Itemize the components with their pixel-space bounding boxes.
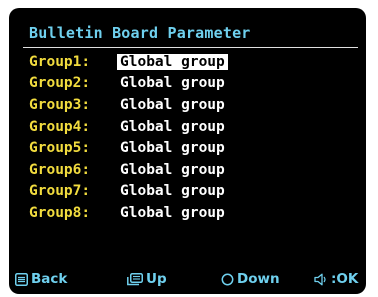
group-label: Group1:	[29, 53, 91, 70]
ok-label: :OK	[331, 271, 359, 287]
group-label: Group5:	[29, 140, 91, 157]
group-label: Group7:	[29, 183, 91, 200]
softkey-bar: Back Up Down :OK	[9, 271, 366, 293]
volume-button-icon	[314, 273, 326, 285]
group-label: Group6:	[29, 161, 91, 178]
group-value[interactable]: Global group	[117, 140, 228, 156]
group-row-6[interactable]: Group6: Global group	[29, 159, 228, 181]
group-value[interactable]: Global group	[117, 97, 228, 113]
group-list: Group1: Global group Group2: Global grou…	[29, 51, 228, 224]
group-label: Group8:	[29, 204, 91, 221]
group-row-1[interactable]: Group1: Global group	[29, 51, 228, 73]
group-row-4[interactable]: Group4: Global group	[29, 116, 228, 138]
group-label: Group4:	[29, 118, 91, 135]
group-value[interactable]: Global group	[117, 205, 228, 221]
back-softkey[interactable]: Back	[15, 271, 67, 287]
group-row-3[interactable]: Group3: Global group	[29, 94, 228, 116]
title-divider	[23, 47, 358, 48]
back-label: Back	[31, 271, 68, 287]
group-value[interactable]: Global group	[117, 162, 228, 178]
group-label: Group3:	[29, 96, 91, 113]
group-label: Group2:	[29, 75, 91, 92]
group-row-2[interactable]: Group2: Global group	[29, 73, 228, 95]
up-softkey[interactable]: Up	[127, 271, 167, 287]
device-screen: Bulletin Board Parameter Group1: Global …	[9, 8, 366, 294]
down-softkey[interactable]: Down	[221, 271, 280, 287]
group-row-5[interactable]: Group5: Global group	[29, 137, 228, 159]
page-title: Bulletin Board Parameter	[29, 24, 251, 42]
up-label: Up	[146, 271, 167, 287]
group-row-7[interactable]: Group7: Global group	[29, 181, 228, 203]
group-value[interactable]: Global group	[117, 183, 228, 199]
group-row-8[interactable]: Group8: Global group	[29, 202, 228, 224]
group-value[interactable]: Global group	[117, 53, 228, 70]
down-label: Down	[237, 271, 280, 287]
circle-button-icon	[221, 273, 234, 285]
return-button-icon	[127, 272, 143, 285]
group-value[interactable]: Global group	[117, 119, 228, 135]
ok-softkey[interactable]: :OK	[314, 271, 358, 287]
group-value[interactable]: Global group	[117, 75, 228, 91]
menu-button-icon	[15, 272, 28, 286]
